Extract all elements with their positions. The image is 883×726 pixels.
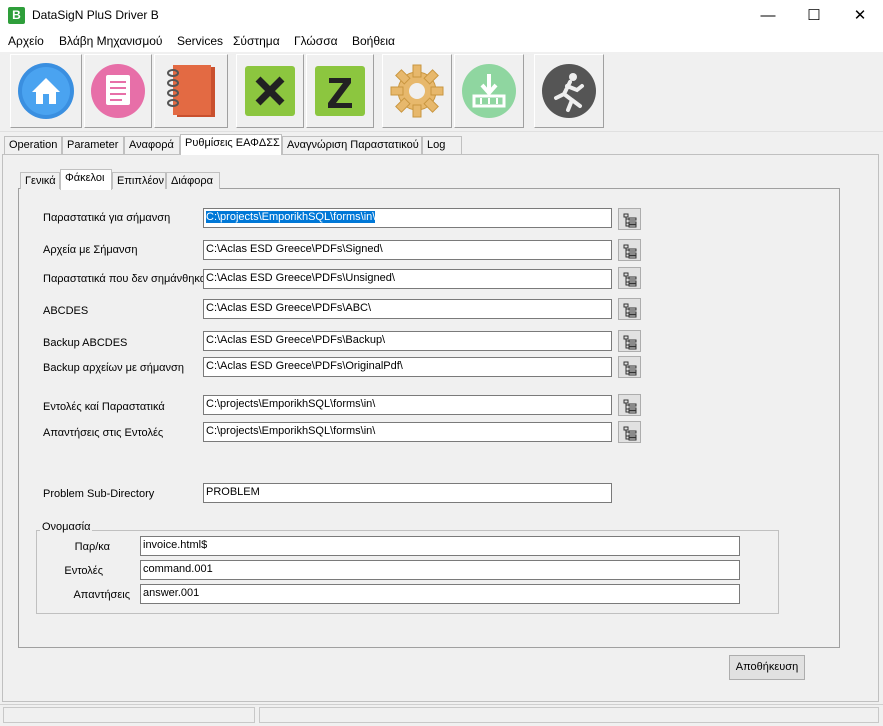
x-report-icon [245,66,295,116]
notepad-icon [91,64,145,118]
notebook-button[interactable] [154,54,228,128]
menu-bar: Αρχείο Βλάβη Μηχανισμού Services Σύστημα… [0,31,883,52]
exit-button[interactable] [534,54,604,128]
x-report-button[interactable] [236,54,304,128]
tab-report[interactable]: Αναφορά [124,136,180,154]
menu-device-fault[interactable]: Βλάβη Μηχανισμού [59,34,162,48]
gear-icon [390,64,444,118]
command-name-input[interactable]: command.001 [140,560,740,580]
invoice-name-input[interactable]: invoice.html$ [140,536,740,556]
z-report-button[interactable] [306,54,374,128]
notebook-icon [167,65,215,117]
menu-language[interactable]: Γλώσσα [294,34,338,48]
tab-parameter[interactable]: Parameter [62,136,124,154]
folder-tree-icon [623,399,637,414]
app-icon: B [8,7,25,24]
folder-tree-icon [623,272,637,287]
folder-label-commands: Εντολές καί Παραστατικά [43,401,165,413]
menu-help[interactable]: Βοήθεια [352,34,395,48]
menu-services[interactable]: Services [177,34,223,48]
folder-backup-signed-input[interactable]: C:\Aclas ESD Greece\PDFs\OriginalPdf\ [203,357,612,377]
folder-signed-input[interactable]: C:\Aclas ESD Greece\PDFs\Signed\ [203,240,612,260]
menu-file[interactable]: Αρχείο [8,34,44,48]
tab-document-recognition[interactable]: Αναγνώριση Παραστατικού [282,136,422,154]
browse-button[interactable] [618,239,641,261]
home-button[interactable] [10,54,82,128]
folder-label-to-sign: Παραστατικά για σήμανση [43,212,171,224]
browse-button[interactable] [618,298,641,320]
folder-backup-abcdes-input[interactable]: C:\Aclas ESD Greece\PDFs\Backup\ [203,331,612,351]
folder-tree-icon [623,335,637,350]
answer-name-label: Απαντήσεις [73,589,130,601]
naming-group-title: Ονομασία [40,521,93,533]
folder-label-backup-abcdes: Backup ABCDES [43,337,128,349]
folder-commands-input[interactable]: C:\projects\EmporikhSQL\forms\in\ [203,395,612,415]
settings-button[interactable] [382,54,452,128]
folder-label-responses: Απαντήσεις στις Εντολές [43,427,164,439]
folder-tree-icon [623,361,637,376]
folder-tree-icon [623,244,637,259]
command-name-label: Εντολές [64,565,103,577]
status-panel [3,707,255,723]
browse-button[interactable] [618,330,641,352]
invoice-name-label: Παρ/κα [74,541,110,553]
browse-button[interactable] [618,208,641,230]
tab-operation[interactable]: Operation [4,136,62,154]
minimize-button[interactable]: — [745,0,791,31]
folder-label-abcdes: ABCDES [43,305,89,317]
folder-label-backup-signed: Backup αρχείων με σήμανση [43,362,184,374]
browse-button[interactable] [618,394,641,416]
folder-unsigned-input[interactable]: C:\Aclas ESD Greece\PDFs\Unsigned\ [203,269,612,289]
tab-log[interactable]: Log [422,136,462,154]
subtab-folders[interactable]: Φάκελοι [60,169,112,190]
home-icon [18,63,74,119]
download-button[interactable] [454,54,524,128]
folder-tree-icon [623,303,637,318]
browse-button[interactable] [618,356,641,378]
title-bar: B DataSigN PluS Driver B — ☐ ✕ [0,0,883,31]
problem-subdir-label: Problem Sub-Directory [43,488,155,500]
close-button[interactable]: ✕ [837,0,883,31]
window-title: DataSigN PluS Driver B [32,8,159,22]
runner-icon [542,64,596,118]
folder-tree-icon [623,213,637,228]
tab-eafdss-settings[interactable]: Ρυθμίσεις ΕΑΦΔΣΣ [180,134,282,155]
z-report-icon [315,66,365,116]
folder-responses-input[interactable]: C:\projects\EmporikhSQL\forms\in\ [203,422,612,442]
status-panel [259,707,879,723]
browse-button[interactable] [618,421,641,443]
problem-subdir-input[interactable]: PROBLEM [203,483,612,503]
folder-abcdes-input[interactable]: C:\Aclas ESD Greece\PDFs\ABC\ [203,299,612,319]
maximize-button[interactable]: ☐ [791,0,837,31]
browse-button[interactable] [618,267,641,289]
selected-text: C:\projects\EmporikhSQL\forms\in\ [206,211,376,223]
subtab-general[interactable]: Γενικά [20,172,60,189]
subtab-extra[interactable]: Επιπλέον [112,172,166,189]
folder-tree-icon [623,426,637,441]
notepad-button[interactable] [84,54,152,128]
answer-name-input[interactable]: answer.001 [140,584,740,604]
subtab-misc[interactable]: Διάφορα [166,172,220,189]
folder-label-unsigned: Παραστατικά που δεν σημάνθηκαν [43,273,212,285]
menu-system[interactable]: Σύστημα [233,34,280,48]
folder-to-sign-input[interactable]: C:\projects\EmporikhSQL\forms\in\ [203,208,612,228]
folder-label-signed: Αρχεία με Σήμανση [43,244,138,256]
download-icon [462,64,516,118]
save-button[interactable]: Αποθήκευση [729,655,805,680]
